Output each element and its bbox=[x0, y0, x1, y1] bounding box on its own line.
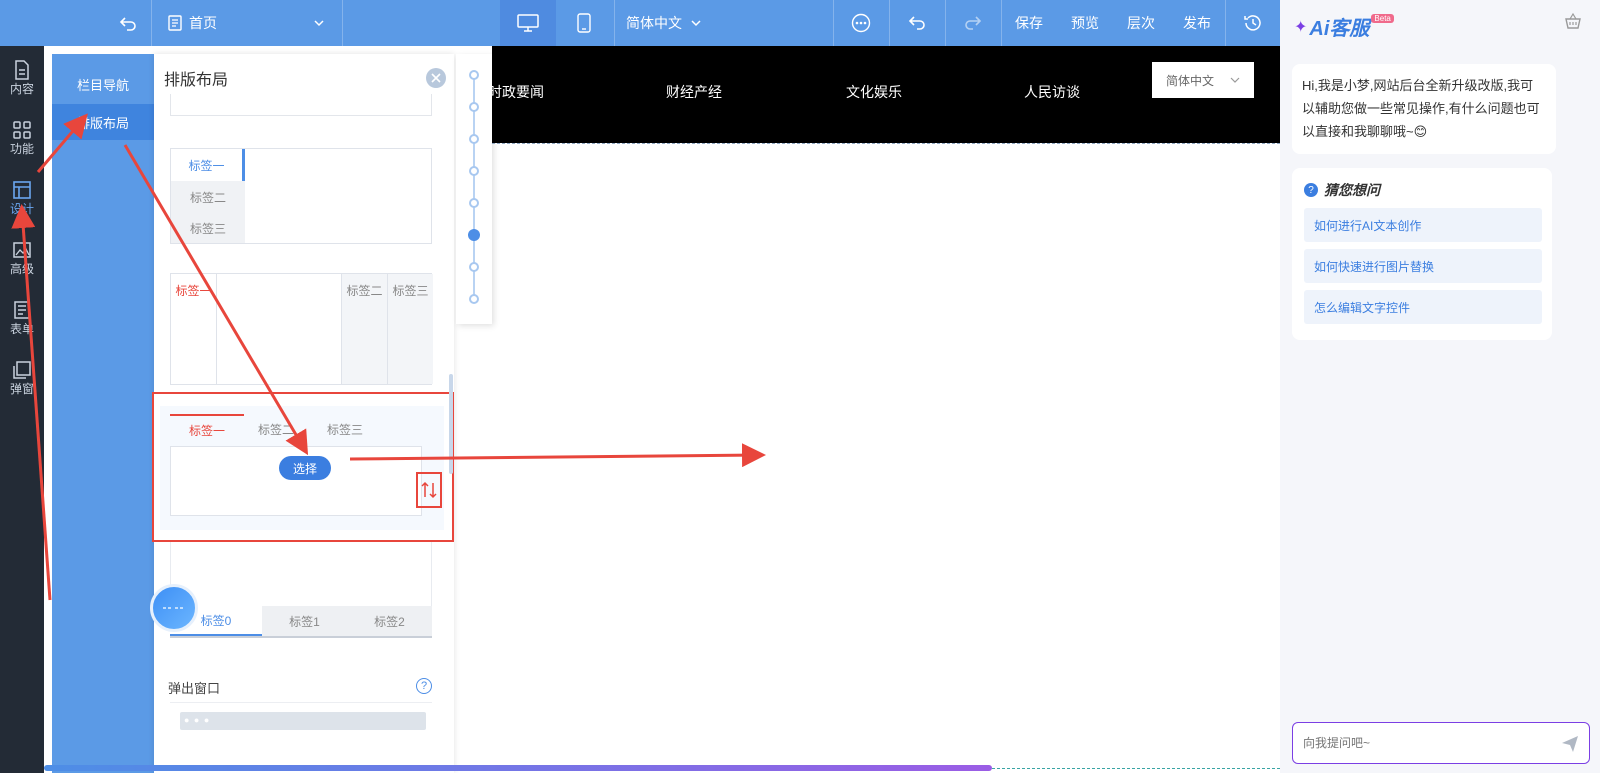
annotation-arrow bbox=[36, 113, 88, 173]
ai-greeting-bubble: Hi,我是小梦,网站后台全新升级改版,我可以辅助您做一些常见操作,有什么问题也可… bbox=[1292, 64, 1556, 154]
guess-header: ? 猜您想问 bbox=[1304, 180, 1380, 200]
annotation-arrow bbox=[349, 443, 766, 468]
ai-assistant-panel: ✦ Ai客服 Beta Hi,我是小梦,网站后台全新升级改版,我可以辅助您做一些… bbox=[1280, 0, 1600, 773]
send-icon[interactable] bbox=[1561, 735, 1579, 753]
annotation-arrow bbox=[11, 204, 52, 601]
beta-badge: Beta bbox=[1371, 14, 1394, 23]
question-icon: ? bbox=[1304, 183, 1318, 197]
ai-logo: ✦ Ai客服 Beta bbox=[1294, 12, 1394, 41]
sparkle-icon: ✦ bbox=[1294, 18, 1308, 36]
guess-title: 猜您想问 bbox=[1324, 182, 1380, 198]
basket-icon[interactable] bbox=[1564, 12, 1582, 33]
annotation-arrows bbox=[11, 113, 766, 601]
ai-logo-text: Ai客服 bbox=[1309, 18, 1370, 40]
ai-input-box[interactable] bbox=[1292, 722, 1590, 764]
guess-card: ? 猜您想问 如何进行AI文本创作 如何快速进行图片替换 怎么编辑文字控件 bbox=[1292, 168, 1552, 340]
annotation-arrow bbox=[123, 144, 309, 456]
ai-question-input[interactable] bbox=[1303, 733, 1543, 753]
suggestion-item[interactable]: 怎么编辑文字控件 bbox=[1304, 290, 1542, 324]
suggestion-item[interactable]: 如何进行AI文本创作 bbox=[1304, 208, 1542, 242]
suggestion-item[interactable]: 如何快速进行图片替换 bbox=[1304, 249, 1542, 283]
